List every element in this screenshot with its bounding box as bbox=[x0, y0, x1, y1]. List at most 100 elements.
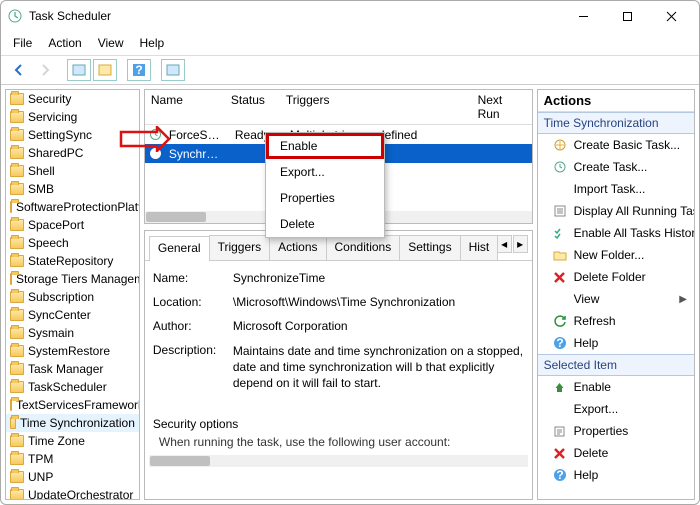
action-item[interactable]: Delete Folder bbox=[538, 266, 694, 288]
action-item[interactable]: Display All Running Tasks bbox=[538, 200, 694, 222]
folder-icon bbox=[10, 237, 24, 249]
tree-item[interactable]: TPM bbox=[6, 450, 139, 468]
tab-settings[interactable]: Settings bbox=[399, 235, 460, 260]
clock-icon bbox=[552, 159, 568, 175]
folder-icon bbox=[10, 327, 24, 339]
tree-item[interactable]: Speech bbox=[6, 234, 139, 252]
tab-actions[interactable]: Actions bbox=[269, 235, 326, 260]
action-item[interactable]: ?Help bbox=[538, 332, 694, 354]
detail-scrollbar[interactable] bbox=[149, 455, 528, 467]
tree-item-label: SoftwareProtectionPlatform bbox=[16, 200, 140, 214]
tree-item[interactable]: UpdateOrchestrator bbox=[6, 486, 139, 500]
ctx-export[interactable]: Export... bbox=[266, 159, 384, 185]
col-name[interactable]: Name bbox=[145, 90, 225, 124]
redx-icon bbox=[552, 445, 568, 461]
col-nextrun[interactable]: Next Run bbox=[472, 90, 532, 124]
col-triggers[interactable]: Triggers bbox=[280, 90, 472, 124]
folder-icon bbox=[10, 291, 24, 303]
tree-item[interactable]: Task Manager bbox=[6, 360, 139, 378]
tree-item[interactable]: SyncCenter bbox=[6, 306, 139, 324]
action-label: New Folder... bbox=[574, 248, 645, 262]
menu-action[interactable]: Action bbox=[42, 34, 87, 52]
app-window: Task Scheduler File Action View Help ? S… bbox=[0, 0, 700, 505]
tree-item-label: Speech bbox=[28, 236, 69, 250]
tree-item-label: StateRepository bbox=[28, 254, 113, 268]
action-item[interactable]: Refresh bbox=[538, 310, 694, 332]
tree-item[interactable]: SoftwareProtectionPlatform bbox=[6, 198, 139, 216]
close-button[interactable] bbox=[649, 2, 693, 30]
maximize-button[interactable] bbox=[605, 2, 649, 30]
action-label: Create Task... bbox=[574, 160, 648, 174]
action-item[interactable]: View▶ bbox=[538, 288, 694, 310]
folder-icon bbox=[10, 147, 24, 159]
tree-item[interactable]: Subscription bbox=[6, 288, 139, 306]
tree-item[interactable]: SpacePort bbox=[6, 216, 139, 234]
tree-item[interactable]: Sysmain bbox=[6, 324, 139, 342]
menu-help[interactable]: Help bbox=[134, 34, 171, 52]
menu-view[interactable]: View bbox=[92, 34, 130, 52]
tree-item[interactable]: Time Zone bbox=[6, 432, 139, 450]
folder-icon bbox=[10, 345, 24, 357]
tab-general[interactable]: General bbox=[149, 236, 210, 261]
tree-item[interactable]: Storage Tiers Management bbox=[6, 270, 139, 288]
folder-icon bbox=[552, 247, 568, 263]
tab-triggers[interactable]: Triggers bbox=[209, 235, 271, 260]
tree-item[interactable]: StateRepository bbox=[6, 252, 139, 270]
security-options-label: Security options bbox=[153, 417, 524, 431]
toolbar-btn-1[interactable] bbox=[67, 59, 91, 81]
action-label: Export... bbox=[574, 402, 619, 416]
tree-item[interactable]: Shell bbox=[6, 162, 139, 180]
tree-item[interactable]: Security bbox=[6, 90, 139, 108]
action-label: Enable bbox=[574, 380, 611, 394]
tree-item[interactable]: Time Synchronization bbox=[6, 414, 139, 432]
col-status[interactable]: Status bbox=[225, 90, 280, 124]
action-item[interactable]: Delete bbox=[538, 442, 694, 464]
tree-item[interactable]: UNP bbox=[6, 468, 139, 486]
tab-history[interactable]: Hist bbox=[460, 235, 498, 260]
cell-name: ForceSynchr... bbox=[163, 127, 229, 143]
folder-icon bbox=[10, 111, 24, 123]
action-label: Refresh bbox=[574, 314, 616, 328]
tab-conditions[interactable]: Conditions bbox=[326, 235, 401, 260]
toolbar-btn-2[interactable] bbox=[93, 59, 117, 81]
tree-item[interactable]: TextServicesFramework bbox=[6, 396, 139, 414]
action-item[interactable]: ?Help bbox=[538, 464, 694, 486]
action-item[interactable]: Import Task... bbox=[538, 178, 694, 200]
action-item[interactable]: Create Basic Task... bbox=[538, 134, 694, 156]
tree-item[interactable]: SMB bbox=[6, 180, 139, 198]
action-item[interactable]: New Folder... bbox=[538, 244, 694, 266]
tree-item-label: Sysmain bbox=[28, 326, 74, 340]
folder-icon bbox=[10, 309, 24, 321]
tree-item[interactable]: TaskScheduler bbox=[6, 378, 139, 396]
folder-icon bbox=[10, 489, 24, 500]
action-label: View bbox=[574, 292, 600, 306]
ctx-enable[interactable]: Enable bbox=[266, 133, 384, 159]
forward-button[interactable] bbox=[33, 59, 57, 81]
tree-item-label: UpdateOrchestrator bbox=[28, 488, 133, 500]
menu-file[interactable]: File bbox=[7, 34, 38, 52]
toolbar-btn-4[interactable] bbox=[161, 59, 185, 81]
action-item[interactable]: Enable bbox=[538, 376, 694, 398]
back-button[interactable] bbox=[7, 59, 31, 81]
list-icon bbox=[552, 203, 568, 219]
none-icon bbox=[552, 401, 568, 417]
actions-group1-title: Time Synchronization bbox=[538, 112, 694, 134]
props-icon bbox=[552, 423, 568, 439]
tab-scroll-right[interactable]: ▸ bbox=[513, 235, 528, 253]
ctx-properties[interactable]: Properties bbox=[266, 185, 384, 211]
checks-icon bbox=[552, 225, 568, 241]
app-icon bbox=[7, 8, 23, 24]
minimize-button[interactable] bbox=[561, 2, 605, 30]
action-item[interactable]: Export... bbox=[538, 398, 694, 420]
action-label: Help bbox=[574, 336, 599, 350]
action-item[interactable]: Enable All Tasks History bbox=[538, 222, 694, 244]
help-button[interactable]: ? bbox=[127, 59, 151, 81]
action-item[interactable]: Create Task... bbox=[538, 156, 694, 178]
ctx-delete[interactable]: Delete bbox=[266, 211, 384, 237]
action-item[interactable]: Properties bbox=[538, 420, 694, 442]
tree-item[interactable]: SystemRestore bbox=[6, 342, 139, 360]
tree-item-label: SharedPC bbox=[28, 146, 83, 160]
help-icon: ? bbox=[552, 467, 568, 483]
tab-scroll-left[interactable]: ◂ bbox=[497, 235, 512, 253]
tree-item[interactable]: Servicing bbox=[6, 108, 139, 126]
